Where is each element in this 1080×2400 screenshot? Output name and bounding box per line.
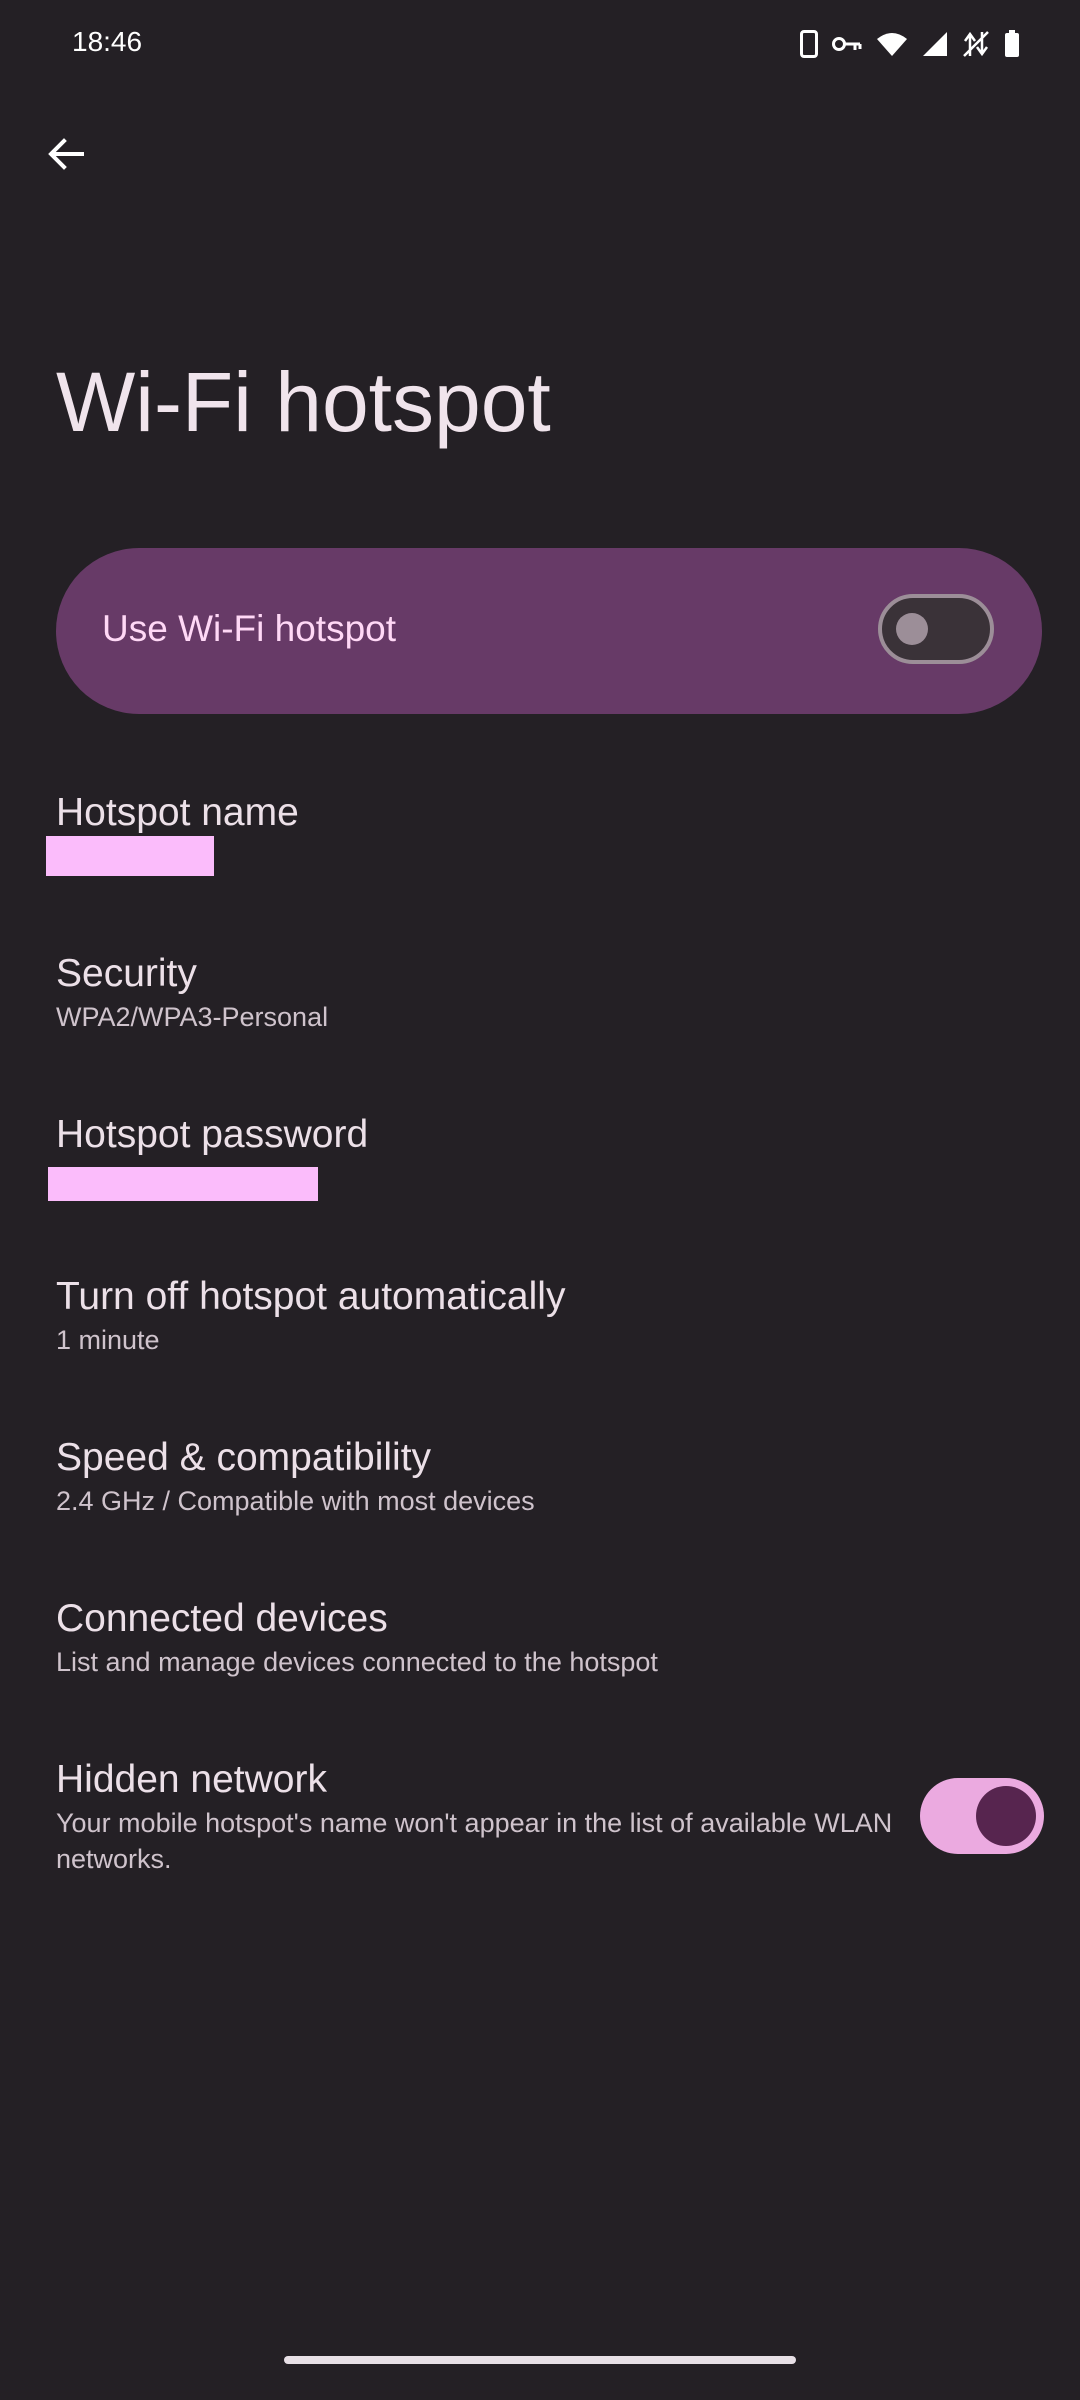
speed-compatibility-summary: 2.4 GHz / Compatible with most devices (56, 1486, 535, 1516)
hotspot-password-redacted-value (48, 1167, 318, 1201)
switch-thumb (976, 1786, 1036, 1846)
connected-devices-item[interactable]: Connected devices List and manage device… (56, 1596, 1026, 1680)
use-wifi-hotspot-switch[interactable] (878, 594, 994, 664)
use-wifi-hotspot-label: Use Wi-Fi hotspot (102, 608, 397, 649)
hotspot-name-redacted-value (46, 836, 214, 876)
use-wifi-hotspot-toggle-row[interactable]: Use Wi-Fi hotspot (56, 548, 1042, 714)
wifi-icon (876, 31, 908, 57)
status-time: 18:46 (72, 26, 143, 57)
phone-icon (800, 30, 818, 58)
vpn-key-icon (832, 34, 862, 54)
battery-icon (1004, 30, 1020, 58)
hotspot-name-item[interactable]: Hotspot name (56, 790, 1026, 836)
speed-compatibility-item[interactable]: Speed & compatibility 2.4 GHz / Compatib… (56, 1435, 1026, 1519)
no-data-icon (962, 30, 990, 58)
hotspot-password-title: Hotspot password (56, 1113, 369, 1156)
turn-off-automatically-summary: 1 minute (56, 1325, 160, 1355)
hotspot-password-item[interactable]: Hotspot password (56, 1112, 1026, 1158)
hotspot-name-title: Hotspot name (56, 791, 299, 834)
connected-devices-summary: List and manage devices connected to the… (56, 1647, 658, 1677)
hidden-network-item[interactable]: Hidden network Your mobile hotspot's nam… (56, 1757, 896, 1877)
arrow-left-icon (46, 134, 86, 179)
turn-off-automatically-title: Turn off hotspot automatically (56, 1275, 566, 1318)
hidden-network-title: Hidden network (56, 1758, 327, 1801)
home-gesture-bar[interactable] (284, 2356, 796, 2364)
security-title: Security (56, 952, 197, 995)
status-bar: 18:46 (0, 0, 1080, 90)
switch-thumb (896, 613, 928, 645)
security-item[interactable]: Security WPA2/WPA3-Personal (56, 951, 1026, 1035)
hidden-network-switch[interactable] (920, 1778, 1044, 1854)
page-title: Wi-Fi hotspot (56, 355, 551, 449)
hidden-network-summary: Your mobile hotspot's name won't appear … (56, 1808, 893, 1874)
cell-signal-icon (922, 31, 948, 57)
security-summary: WPA2/WPA3-Personal (56, 1002, 329, 1032)
speed-compatibility-title: Speed & compatibility (56, 1436, 432, 1479)
connected-devices-title: Connected devices (56, 1597, 388, 1640)
back-button[interactable] (36, 126, 96, 186)
turn-off-automatically-item[interactable]: Turn off hotspot automatically 1 minute (56, 1274, 1026, 1358)
status-icons (800, 26, 1020, 62)
